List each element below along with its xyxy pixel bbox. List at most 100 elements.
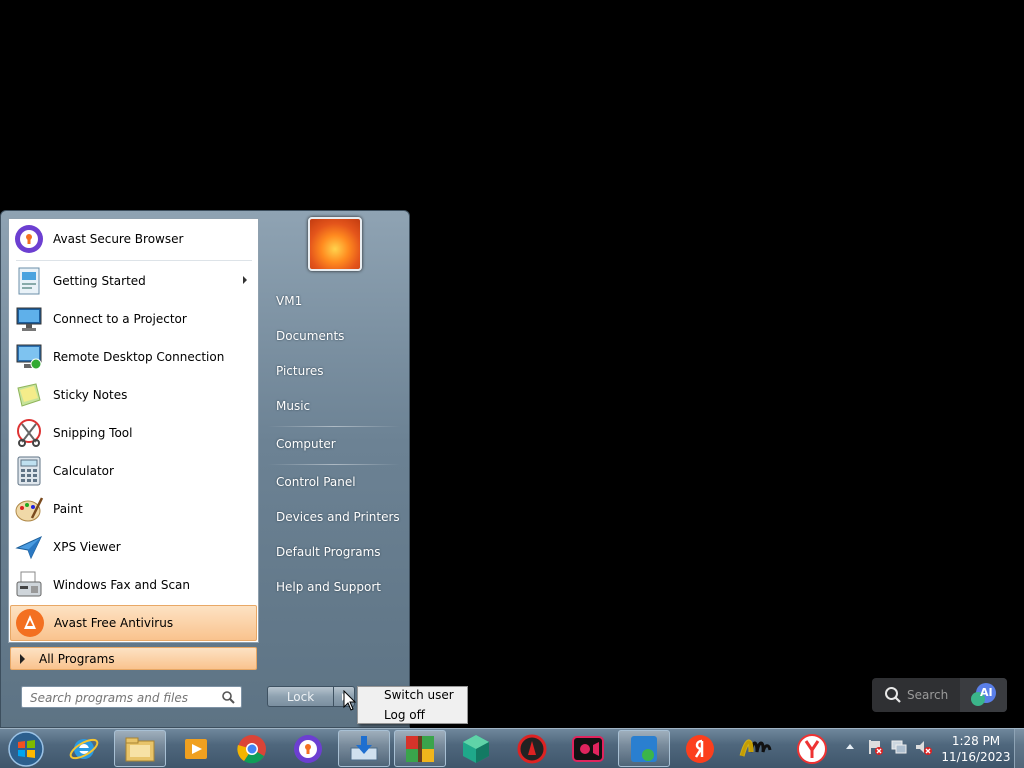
calculator-icon — [13, 455, 45, 487]
show-hidden-icons-chevron-icon[interactable] — [846, 744, 854, 749]
taskbar-chrome[interactable] — [226, 730, 278, 767]
program-calculator[interactable]: Calculator — [10, 453, 257, 489]
link-devices-printers[interactable]: Devices and Printers — [276, 510, 400, 524]
menu-item-switch-user[interactable]: Switch user — [384, 688, 454, 702]
taskbar-yandex[interactable] — [674, 730, 726, 767]
pinned-separator — [16, 260, 252, 261]
taskbar-media-player[interactable] — [170, 730, 222, 767]
program-label: Getting Started — [53, 274, 146, 288]
yandex-icon — [686, 734, 714, 763]
desktop-search-widget[interactable]: Search AI — [872, 678, 1007, 712]
taskbar-driver-booster[interactable] — [506, 730, 558, 767]
program-label: Snipping Tool — [53, 426, 133, 440]
winrar-icon — [406, 735, 434, 762]
taskbar-scribble-app[interactable] — [730, 730, 782, 767]
clock-time: 1:28 PM — [951, 734, 1001, 748]
snipping-tool-icon — [13, 417, 45, 449]
program-label: Remote Desktop Connection — [53, 350, 225, 364]
link-default-programs[interactable]: Default Programs — [276, 545, 381, 559]
show-desktop-button[interactable] — [1014, 729, 1024, 768]
program-paint[interactable]: Paint — [10, 491, 257, 527]
program-label: Avast Secure Browser — [53, 232, 184, 246]
projector-icon — [13, 303, 45, 335]
taskbar-yandex-browser[interactable] — [786, 730, 838, 767]
green-cube-icon — [463, 734, 489, 763]
taskbar-winrar[interactable] — [394, 730, 446, 767]
link-music[interactable]: Music — [276, 399, 310, 413]
taskbar-green-cube[interactable] — [450, 730, 502, 767]
driver-booster-icon — [517, 734, 547, 763]
mouse-cursor-icon — [343, 689, 357, 715]
action-center-flag-icon[interactable] — [866, 738, 884, 759]
taskbar-downloader[interactable] — [338, 730, 390, 767]
program-label: Avast Free Antivirus — [54, 616, 174, 630]
xps-viewer-icon — [13, 531, 45, 563]
program-getting-started[interactable]: Getting Started — [10, 263, 257, 299]
link-help-support[interactable]: Help and Support — [276, 580, 381, 594]
windows-orb-icon — [8, 730, 44, 767]
program-xps-viewer[interactable]: XPS Viewer — [10, 529, 257, 565]
iobit-icon — [631, 735, 657, 762]
search-icon[interactable] — [221, 690, 235, 707]
program-label: Windows Fax and Scan — [53, 578, 191, 592]
avast-browser-icon — [294, 734, 322, 763]
lock-button[interactable]: Lock — [267, 686, 333, 707]
program-label: Sticky Notes — [53, 388, 128, 402]
shutdown-options-menu: Switch user Log off — [357, 686, 468, 724]
link-documents[interactable]: Documents — [276, 329, 344, 343]
taskbar-internet-explorer[interactable] — [58, 730, 110, 767]
program-avast-free-antivirus[interactable]: Avast Free Antivirus — [10, 605, 257, 641]
taskbar-clock[interactable]: 1:28 PM 11/16/2023 — [938, 733, 1014, 765]
network-icon[interactable] — [890, 738, 908, 759]
remote-desktop-icon — [13, 341, 45, 373]
desktop-search-placeholder: Search — [907, 688, 949, 702]
link-control-panel[interactable]: Control Panel — [276, 475, 356, 489]
taskbar-avast-browser[interactable] — [282, 730, 334, 767]
link-pictures[interactable]: Pictures — [276, 364, 324, 378]
internet-explorer-icon — [69, 738, 99, 759]
start-button[interactable] — [4, 729, 48, 768]
program-remote-desktop[interactable]: Remote Desktop Connection — [10, 339, 257, 375]
expand-arrow-icon — [20, 653, 25, 664]
file-explorer-icon — [125, 737, 155, 761]
link-computer[interactable]: Computer — [276, 437, 336, 451]
submenu-arrow-icon — [243, 276, 247, 284]
menu-item-log-off[interactable]: Log off — [384, 708, 425, 722]
program-snipping-tool[interactable]: Snipping Tool — [10, 415, 257, 451]
link-user-folder[interactable]: VM1 — [276, 294, 302, 308]
program-label: Paint — [53, 502, 83, 516]
screen-recorder-icon — [572, 735, 604, 762]
downloader-icon — [350, 735, 378, 760]
avast-antivirus-icon — [14, 607, 46, 639]
scribble-app-icon — [739, 739, 772, 757]
sticky-notes-icon — [13, 379, 45, 411]
ai-assistant-button[interactable]: AI — [960, 678, 1007, 712]
start-search-box[interactable] — [21, 686, 242, 708]
program-fax-scan[interactable]: Windows Fax and Scan — [10, 567, 257, 603]
program-connect-projector[interactable]: Connect to a Projector — [10, 301, 257, 337]
program-label: XPS Viewer — [53, 540, 121, 554]
user-avatar[interactable] — [308, 217, 362, 271]
yandex-browser-icon — [797, 733, 827, 764]
right-separator — [268, 464, 400, 465]
fax-scan-icon — [13, 569, 45, 601]
media-player-icon — [185, 738, 207, 759]
program-sticky-notes[interactable]: Sticky Notes — [10, 377, 257, 413]
taskbar-file-explorer[interactable] — [114, 730, 166, 767]
taskbar-iobit[interactable] — [618, 730, 670, 767]
right-separator — [268, 426, 400, 427]
all-programs-button[interactable]: All Programs — [10, 647, 257, 670]
avast-browser-icon — [13, 223, 45, 255]
chrome-icon — [237, 734, 266, 763]
clock-date: 11/16/2023 — [941, 750, 1011, 764]
volume-muted-icon[interactable] — [914, 738, 932, 759]
program-avast-secure-browser[interactable]: Avast Secure Browser — [10, 221, 257, 257]
search-icon — [884, 686, 902, 707]
ai-label: AI — [980, 686, 993, 699]
getting-started-icon — [13, 265, 45, 297]
program-label: Connect to a Projector — [53, 312, 187, 326]
taskbar-screen-recorder[interactable] — [562, 730, 614, 767]
start-search-input[interactable] — [28, 688, 222, 708]
paint-icon — [13, 493, 45, 525]
program-label: Calculator — [53, 464, 114, 478]
